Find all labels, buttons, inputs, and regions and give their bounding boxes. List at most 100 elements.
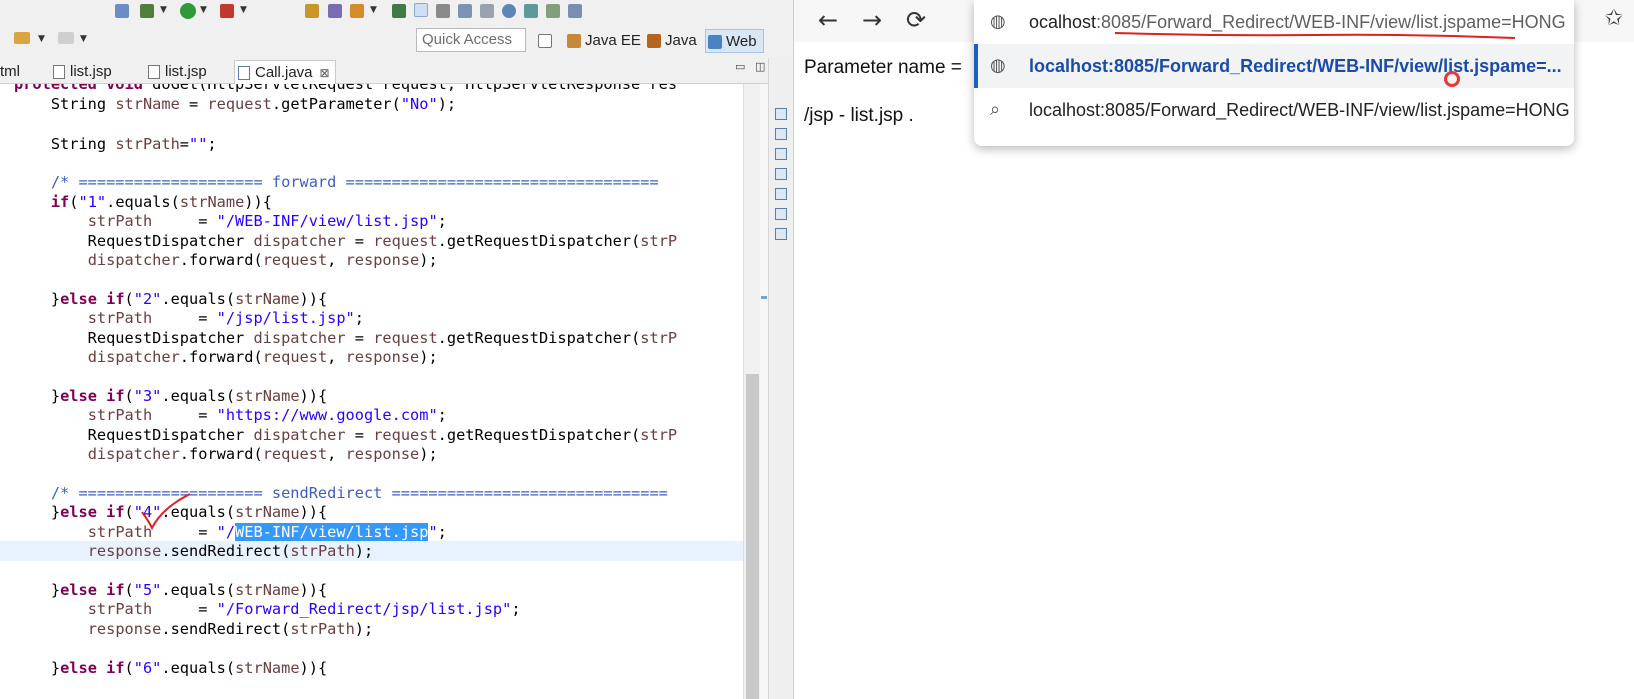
code-line: }else if("2".equals(strName)){ bbox=[14, 290, 328, 308]
chevron-down-icon[interactable]: ▼ bbox=[200, 5, 207, 15]
hierarchy-icon[interactable] bbox=[775, 208, 787, 220]
external-tools-icon[interactable] bbox=[220, 4, 234, 18]
snippets-icon[interactable] bbox=[775, 228, 787, 240]
forward-button[interactable]: → bbox=[856, 4, 888, 36]
code-line: dispatcher.forward(request, response); bbox=[87, 348, 438, 366]
perspective-java[interactable]: Java bbox=[645, 29, 697, 53]
editor-scrollbar[interactable] bbox=[743, 84, 760, 699]
eclipse-toolbar: ▼ ▼ ▼ ▼ ▼ ▼ Quick Access Java EE Java We… bbox=[0, 0, 793, 58]
perspective-web[interactable]: Web bbox=[705, 29, 764, 53]
debug-icon[interactable] bbox=[115, 4, 129, 18]
globe-icon[interactable] bbox=[502, 4, 516, 18]
tab-label: list.jsp bbox=[70, 63, 112, 80]
overview-marker[interactable] bbox=[761, 296, 767, 299]
code-token: "No" bbox=[400, 95, 438, 113]
toggle-icon[interactable] bbox=[436, 4, 450, 18]
code-line: strPath = "/WEB-INF/view/list.jsp"; bbox=[87, 212, 447, 230]
code-token: "5" bbox=[133, 581, 162, 599]
code-token: "6" bbox=[133, 659, 162, 677]
new-server-icon[interactable] bbox=[305, 4, 319, 18]
globe-icon: ◍ bbox=[990, 11, 1006, 32]
browser-window: ← → ⟳ ✩ Parameter name = /jsp - list.jsp… bbox=[793, 0, 1634, 699]
highlight-icon[interactable] bbox=[414, 3, 428, 17]
code-line: }else if("3".equals(strName)){ bbox=[14, 387, 328, 405]
url-host: ocalhost bbox=[1029, 12, 1097, 32]
tab-list-jsp-2[interactable]: list.jsp bbox=[145, 60, 207, 84]
open-perspective-icon[interactable] bbox=[538, 34, 552, 48]
bug-icon[interactable] bbox=[140, 4, 154, 18]
suggestion-text: localhost:8085/Forward_Redirect/WEB-INF/… bbox=[1029, 100, 1570, 120]
selection-bar bbox=[974, 44, 978, 88]
plugin-icon[interactable] bbox=[568, 4, 582, 18]
editor-tabs: tml list.jsp list.jsp Call.java ⊠ ▭ ◫ bbox=[0, 58, 793, 84]
perspective-java-ee[interactable]: Java EE bbox=[565, 29, 641, 53]
code-line: strPath = "/WEB-INF/view/list.jsp"; bbox=[87, 523, 447, 541]
edit-icon[interactable] bbox=[546, 4, 560, 18]
scroll-thumb[interactable] bbox=[746, 374, 759, 699]
settings-icon[interactable] bbox=[524, 4, 538, 18]
code-line: strPath = "https://www.google.com"; bbox=[87, 406, 447, 424]
file-icon bbox=[53, 65, 65, 79]
globe-icon: ◍ bbox=[990, 55, 1006, 76]
suggestion-item[interactable]: ◍ localhost:8085/Forward_Redirect/WEB-IN… bbox=[974, 44, 1574, 88]
quick-access-input[interactable]: Quick Access bbox=[416, 28, 526, 52]
code-line: response.sendRedirect(strPath); bbox=[87, 620, 374, 638]
tab-list-jsp-1[interactable]: list.jsp bbox=[50, 60, 112, 84]
search-icon: ⌕ bbox=[990, 99, 1001, 120]
perspective-label: Web bbox=[726, 33, 757, 50]
eclipse-window: ▼ ▼ ▼ ▼ ▼ ▼ Quick Access Java EE Java We… bbox=[0, 0, 793, 699]
url-path: :8085/Forward_Redirect/WEB-INF/view/list… bbox=[1096, 12, 1566, 32]
java-ee-icon bbox=[567, 34, 581, 48]
forward-nav-icon[interactable] bbox=[58, 32, 74, 44]
tab-label: list.jsp bbox=[165, 63, 207, 80]
code-comment: /* ==================== forward ========… bbox=[50, 173, 659, 191]
problems-icon[interactable] bbox=[775, 168, 787, 180]
back-button[interactable]: ← bbox=[812, 4, 844, 36]
code-line: /* ==================== sendRedirect ===… bbox=[14, 483, 668, 503]
maximize-icon[interactable]: ◫ bbox=[755, 60, 765, 73]
search-icon[interactable] bbox=[392, 4, 406, 18]
paragraph-icon[interactable] bbox=[480, 4, 494, 18]
suggestion-item[interactable]: ⌕ localhost:8085/Forward_Redirect/WEB-IN… bbox=[974, 88, 1574, 132]
code-token: " bbox=[428, 523, 438, 541]
reload-button[interactable]: ⟳ bbox=[900, 4, 932, 36]
code-token: "/Forward_Redirect/jsp/list.jsp" bbox=[216, 600, 512, 618]
file-icon bbox=[148, 65, 160, 79]
code-line: }else if("5".equals(strName)){ bbox=[14, 581, 328, 599]
pin-icon[interactable] bbox=[350, 4, 364, 18]
console-icon[interactable] bbox=[775, 148, 787, 160]
code-editor[interactable]: protected void doGet(HttpServletRequest … bbox=[0, 84, 743, 699]
favorites-icon[interactable]: ✩ bbox=[1605, 6, 1623, 31]
java-file-icon bbox=[238, 66, 250, 80]
parameter-label: Parameter name = bbox=[804, 57, 962, 78]
code-line: dispatcher.forward(request, response); bbox=[87, 251, 438, 269]
run-icon[interactable] bbox=[180, 3, 196, 19]
code-line: response.sendRedirect(strPath); bbox=[87, 542, 374, 560]
suggestion-text: localhost:8085/Forward_Redirect/WEB-INF/… bbox=[1029, 56, 1562, 76]
tab-label: tml bbox=[0, 63, 20, 80]
red-underline-annotation bbox=[1115, 32, 1515, 39]
perspective-label: Java bbox=[665, 32, 697, 49]
chevron-down-icon[interactable]: ▼ bbox=[160, 5, 167, 15]
open-type-icon[interactable] bbox=[328, 4, 342, 18]
code-token: "3" bbox=[133, 387, 162, 405]
chevron-down-icon[interactable]: ▼ bbox=[38, 34, 45, 44]
code-token: "1" bbox=[78, 193, 107, 211]
tab-call-java[interactable]: Call.java ⊠ bbox=[234, 60, 336, 84]
chevron-down-icon[interactable]: ▼ bbox=[370, 5, 377, 15]
minimize-icon[interactable]: ▭ bbox=[735, 60, 745, 73]
code-token: "" bbox=[189, 135, 208, 153]
block-icon[interactable] bbox=[458, 4, 472, 18]
back-nav-icon[interactable] bbox=[14, 32, 30, 44]
close-icon[interactable]: ⊠ bbox=[319, 61, 329, 85]
chevron-down-icon[interactable]: ▼ bbox=[240, 5, 247, 15]
chevron-down-icon[interactable]: ▼ bbox=[80, 34, 87, 44]
click-indicator bbox=[1444, 71, 1460, 87]
task-list-icon[interactable] bbox=[775, 128, 787, 140]
selected-text[interactable]: WEB-INF/view/list.jsp bbox=[235, 523, 429, 541]
overview-ruler bbox=[760, 84, 768, 699]
outline-icon[interactable] bbox=[775, 108, 787, 120]
tab-html[interactable]: tml bbox=[0, 60, 20, 84]
code-line: RequestDispatcher dispatcher = request.g… bbox=[14, 329, 678, 347]
servers-icon[interactable] bbox=[775, 188, 787, 200]
